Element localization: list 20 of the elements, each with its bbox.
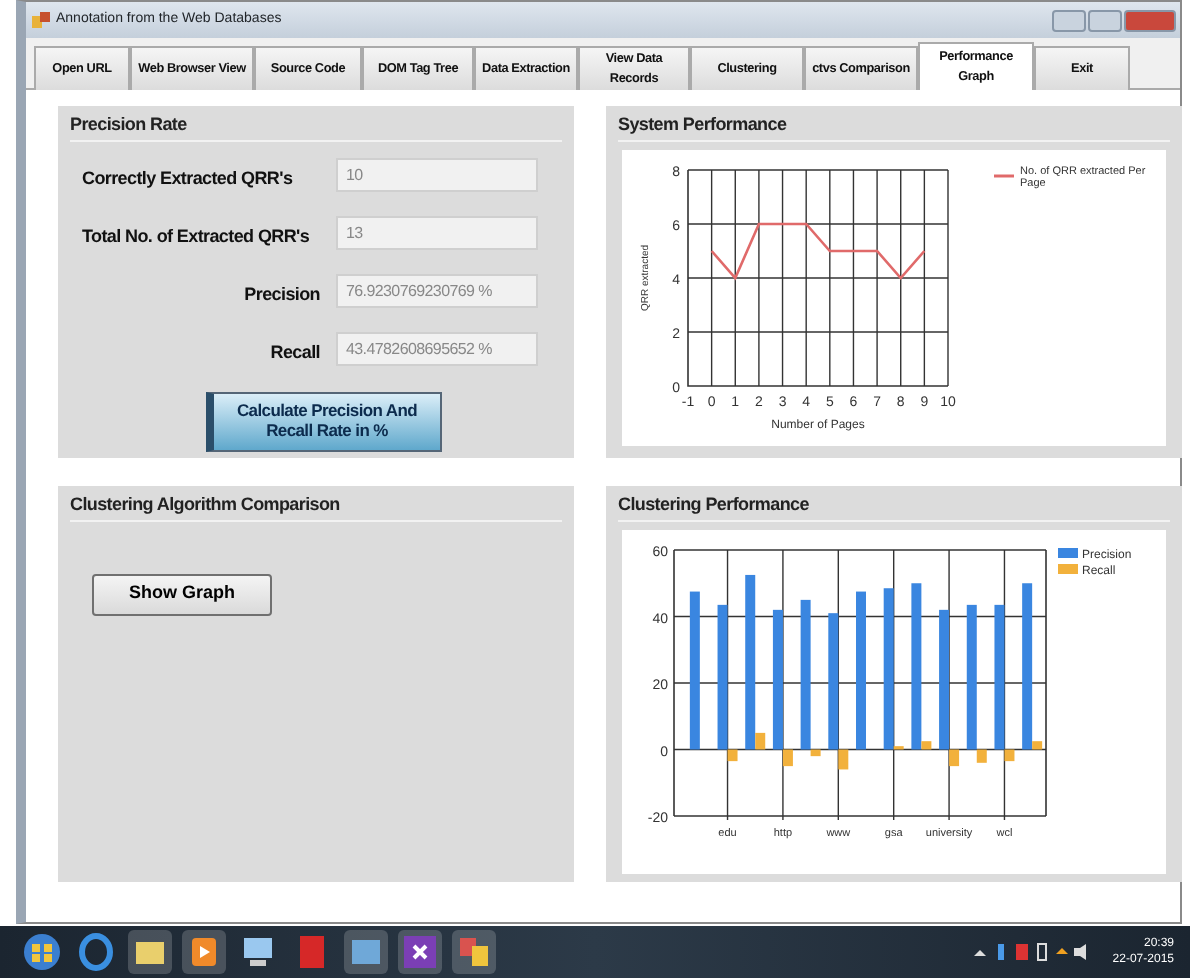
- visual-studio-icon[interactable]: [398, 930, 442, 974]
- show-graph-button[interactable]: Show Graph: [92, 573, 272, 615]
- start-button[interactable]: [20, 930, 64, 974]
- field-label: Recall: [270, 341, 320, 361]
- folder-icon[interactable]: [128, 930, 172, 974]
- browser-icon[interactable]: [74, 930, 118, 974]
- picture-viewer-icon[interactable]: [344, 930, 388, 974]
- system-tray-icons[interactable]: [970, 942, 1091, 962]
- field-label: Total No. of Extracted QRR's: [82, 225, 310, 245]
- close-button[interactable]: [1124, 9, 1176, 31]
- field-label: Correctly Extracted QRR's: [82, 167, 293, 187]
- app-icon: [32, 11, 50, 29]
- group-title: Clustering Algorithm Comparison: [70, 492, 562, 521]
- field-label: Precision: [244, 283, 320, 303]
- calculate-button[interactable]: Calculate Precision And Recall Rate in %: [206, 391, 442, 451]
- group-title: System Performance: [618, 112, 1170, 141]
- group-title: Precision Rate: [70, 112, 562, 141]
- app-window-icon[interactable]: [452, 930, 496, 974]
- group-title: Clustering Performance: [618, 492, 1170, 521]
- media-player-icon[interactable]: [182, 930, 226, 974]
